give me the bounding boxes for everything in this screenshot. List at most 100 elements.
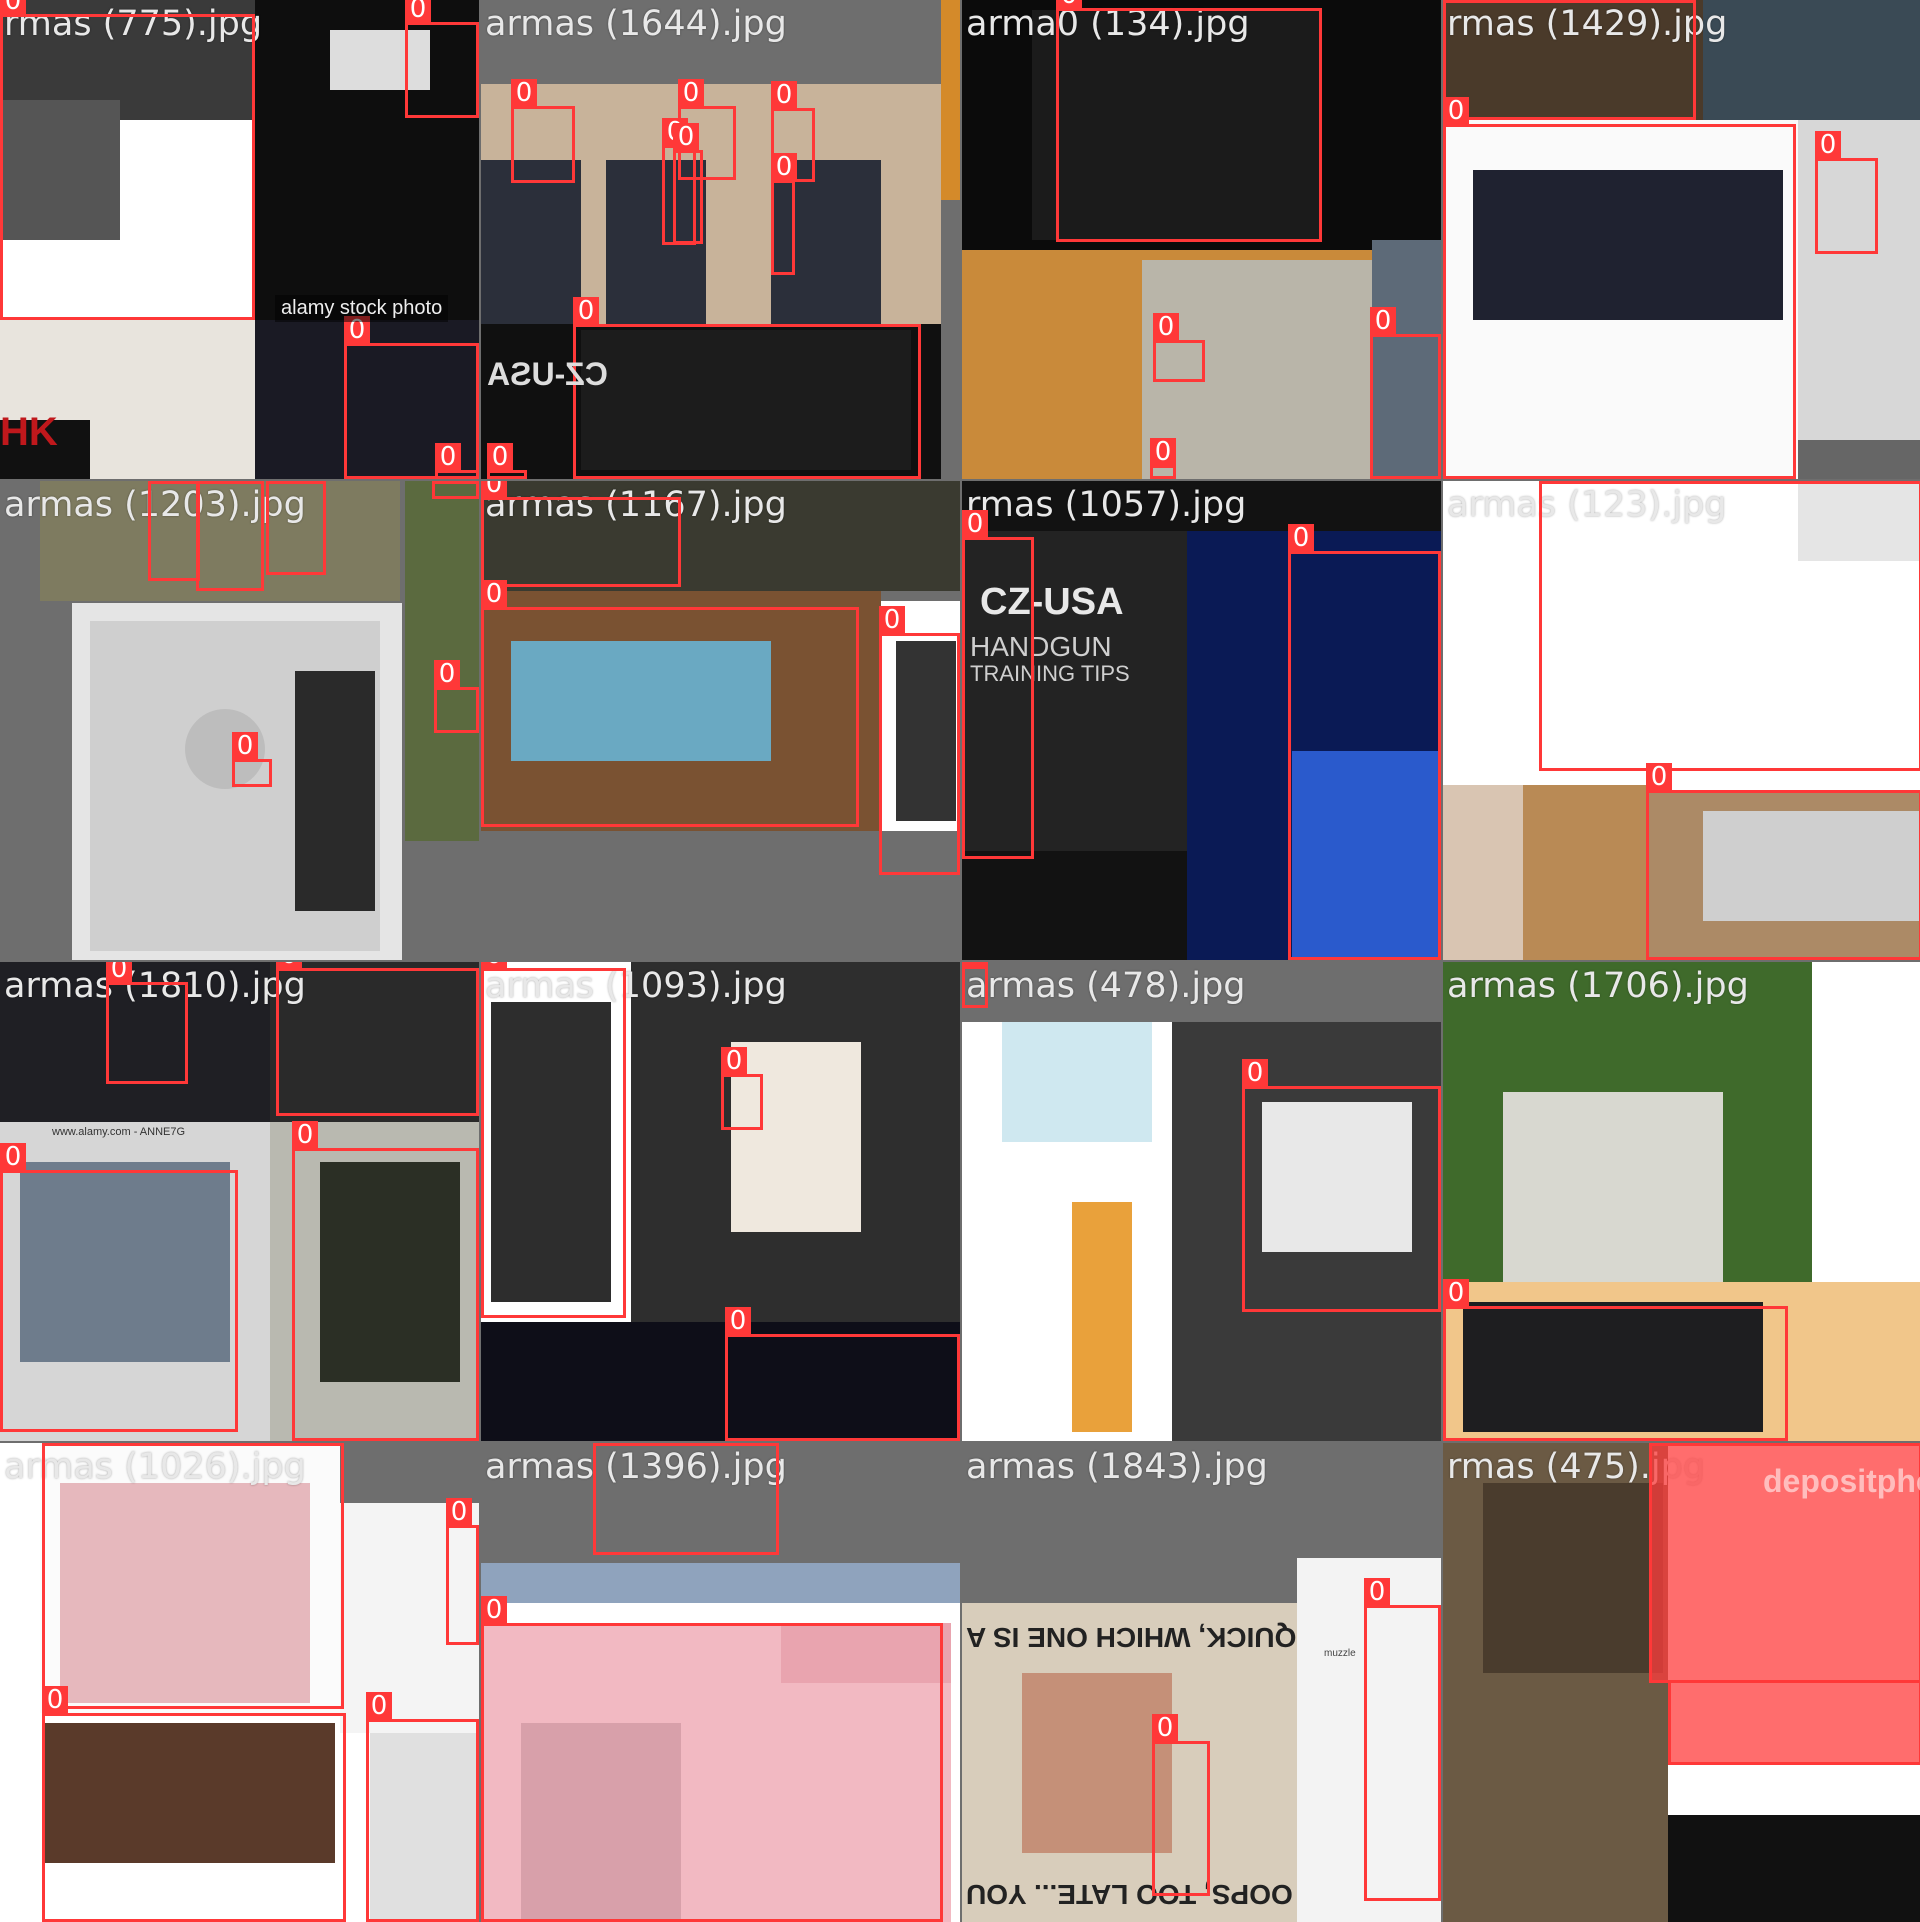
class-label: 0: [1815, 131, 1841, 159]
meme-bottom-text: OOPS, TOO LATE... YOU: [966, 1879, 1293, 1910]
class-label: 0: [1152, 1714, 1178, 1742]
watermark-brand: HK: [0, 410, 58, 454]
class-label: 0: [962, 962, 988, 967]
detection-box: 0: [366, 1692, 479, 1922]
detection-box: 0: [196, 481, 264, 591]
class-label: 0: [42, 1686, 68, 1714]
filename-caption: armas (1644).jpg: [485, 4, 787, 44]
watermark-alamy-url: www.alamy.com - ANNE7G: [52, 1126, 186, 1138]
detection-box: 0: [42, 1443, 344, 1709]
detection-box: 0: [276, 962, 479, 1116]
detection-box: 0: [266, 481, 326, 575]
class-label: 0: [1646, 763, 1672, 791]
class-label: 0: [0, 1143, 26, 1171]
class-label: 0: [879, 606, 905, 634]
detection-box: 0: [1288, 524, 1441, 960]
watermark-cz-mirrored: CZ-USA: [487, 356, 608, 392]
class-label: 0: [678, 79, 704, 107]
tile-11: armas (478).jpg 0 0: [962, 962, 1441, 1441]
class-label: 0: [432, 481, 458, 482]
watermark-alamy: alamy stock photo: [275, 295, 449, 322]
class-label: 0: [446, 1498, 472, 1526]
class-label: 0: [276, 962, 302, 969]
class-label: 0: [725, 1307, 751, 1335]
class-label: 0: [0, 0, 26, 15]
detection-box: 0: [1056, 0, 1322, 242]
tile-5: armas (1203).jpg 0 0 0 0 0 0: [0, 481, 479, 960]
detection-box: 0: [1443, 97, 1796, 479]
meme-top-text: QUICK, WHICH ONE IS A: [966, 1622, 1297, 1653]
class-label: 0: [1153, 313, 1179, 341]
class-label: 0: [435, 443, 461, 471]
detection-box: 0: [481, 1596, 943, 1922]
detection-box: 0: [1153, 313, 1205, 382]
filename-caption: rmas (1057).jpg: [966, 485, 1247, 525]
class-label: 0: [487, 443, 513, 471]
detection-box: 0: [1150, 438, 1176, 479]
detection-box: 0: [435, 443, 479, 479]
tile-7: rmas (1057).jpg CZ-USA HANDGUN TRAINING …: [962, 481, 1441, 960]
tile-10: armas (1093).jpg 0 0 0: [481, 962, 960, 1441]
class-label: 0: [366, 1692, 392, 1720]
detection-box: 0: [405, 0, 479, 118]
class-label: 0: [1364, 1578, 1390, 1606]
detection-box: 0: [446, 1498, 479, 1645]
detection-box: 0: [573, 297, 921, 479]
class-label: 0: [1056, 0, 1082, 9]
tile-16: rmas (475).jpg 0 depositphotos: [1443, 1443, 1920, 1922]
detection-box: 0: [106, 962, 188, 1084]
tile-15: armas (1843).jpg QUICK, WHICH ONE IS A O…: [962, 1443, 1441, 1922]
muzzle-caption: muzzle: [1324, 1648, 1356, 1659]
tile-8: armas (123).jpg 0 0: [1443, 481, 1920, 960]
class-label: 0: [481, 580, 507, 608]
class-label: 0: [1150, 438, 1176, 466]
tile-3: arma0 (134).jpg 0 0 0 0: [962, 0, 1441, 479]
detection-box: 0: [771, 153, 797, 275]
detection-box: 0: [511, 79, 575, 183]
tile-14: armas (1396).jpg 0 0: [481, 1443, 960, 1922]
detection-box: 0: [148, 481, 200, 581]
class-label: 0: [1370, 307, 1396, 335]
class-label: 0: [511, 79, 537, 107]
detection-box: 0: [292, 1121, 479, 1441]
tile-12: armas (1706).jpg 0: [1443, 962, 1920, 1441]
detection-box: 0: [879, 606, 960, 875]
detection-box: 0: [1152, 1714, 1210, 1896]
detection-box: [1668, 1683, 1920, 1765]
detection-box: 0: [42, 1686, 346, 1922]
detection-box: 0: [1370, 307, 1441, 479]
detection-box: 0: [481, 962, 626, 1318]
detection-box: 0: [1815, 131, 1878, 254]
class-label: 0: [1443, 1279, 1469, 1307]
tile-9: armas (1810).jpg www.alamy.com - ANNE7G …: [0, 962, 479, 1441]
detection-box: 0: [1364, 1578, 1441, 1901]
tile-13: armas (1026).jpg 0 0 0 0: [0, 1443, 479, 1922]
class-label: 0: [405, 0, 431, 23]
tile-2: armas (1644).jpg 0 0 0 0 0 0 0 0 CZ-USA: [481, 0, 960, 479]
class-label: 0: [771, 153, 797, 181]
detection-box: 0: [962, 962, 988, 1008]
detection-box: 0: [593, 1443, 779, 1555]
class-label: 0: [148, 481, 174, 482]
class-label: 0: [721, 1047, 747, 1075]
detection-box: 0: [0, 0, 255, 320]
class-label: 0: [1288, 524, 1314, 552]
class-label: 0: [481, 962, 507, 969]
detection-box: 0: [487, 443, 527, 479]
detection-box: 0: [725, 1307, 960, 1441]
class-label: 0: [106, 962, 132, 983]
detection-box: 0: [232, 732, 272, 787]
detection-box: 0: [434, 660, 479, 733]
detection-box: 0: [721, 1047, 763, 1130]
detection-box: 0: [962, 510, 1034, 859]
tile-6: armas (1167).jpg 0 0 0: [481, 481, 960, 960]
detection-box: 0: [1646, 763, 1920, 960]
detection-box: 0: [1539, 481, 1920, 771]
class-label: 0: [42, 1443, 68, 1444]
filename-caption: armas (1706).jpg: [1447, 966, 1749, 1006]
class-label: 0: [232, 732, 258, 760]
class-label: 0: [962, 510, 988, 538]
detection-box: 0: [432, 481, 479, 499]
detection-box: 0: [1242, 1059, 1441, 1312]
filename-caption: armas (478).jpg: [966, 966, 1246, 1006]
